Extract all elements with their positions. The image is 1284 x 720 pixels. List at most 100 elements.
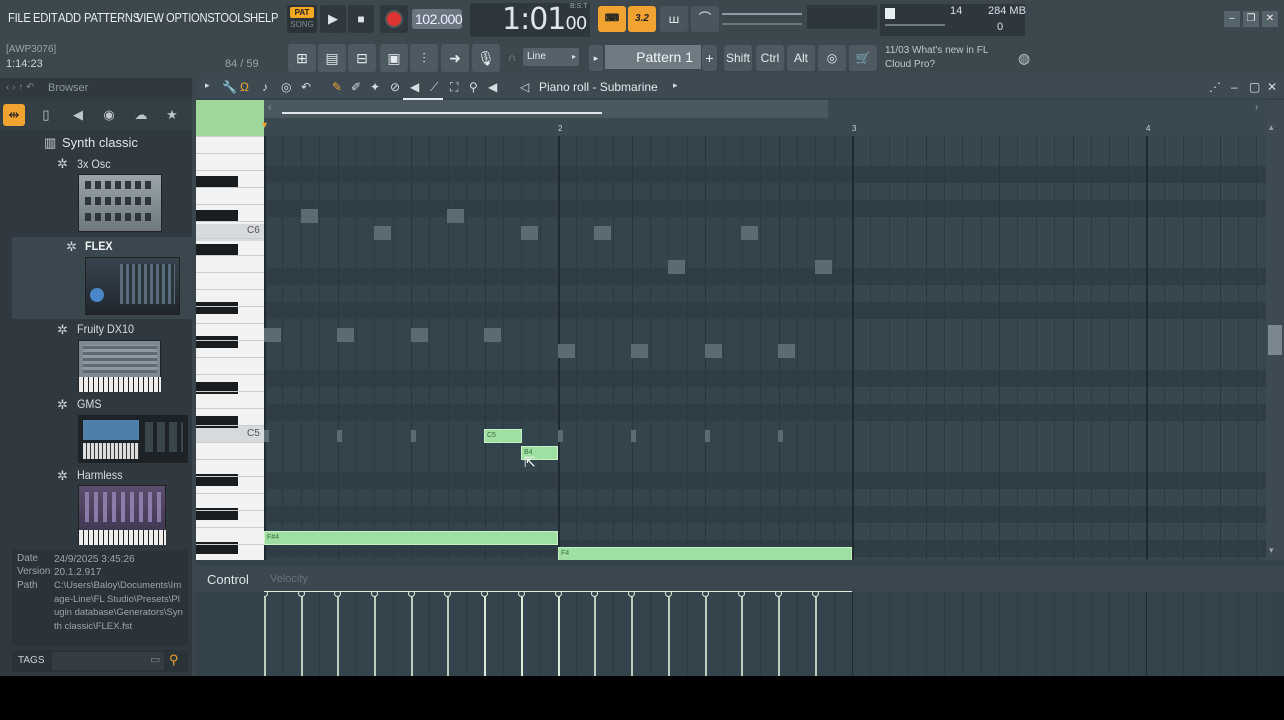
pr-maximize-icon[interactable]: ▢ [1249,80,1260,94]
piano-keyboard[interactable] [196,136,264,560]
plugin-flex[interactable]: FLEX [85,239,113,253]
velocity-handle[interactable] [408,592,415,597]
files-icon[interactable]: ▯ [35,104,57,126]
record-button[interactable] [380,5,408,33]
velocity-stem[interactable] [594,596,596,676]
note[interactable]: F4 [558,547,852,560]
velocity-handle[interactable] [371,592,378,597]
time-format-label[interactable]: B:S:T [570,3,588,10]
scroll-up-icon[interactable]: ▴ [1269,122,1274,133]
plugin-thumbnail-3x-osc[interactable] [78,174,162,232]
scroll-thumb[interactable] [282,112,602,114]
velocity-stem[interactable] [484,596,486,676]
black-key[interactable] [196,382,238,394]
master-volume-area[interactable] [722,5,877,35]
alt-key-button[interactable]: Alt [787,45,815,71]
pattern-prev-icon[interactable]: ▸ [589,45,603,71]
velocity-handle[interactable] [812,592,819,597]
pencil-icon[interactable]: ✎ [332,80,342,94]
restore-icon[interactable]: ❐ [1243,11,1259,27]
plugin-harmless[interactable]: Harmless [77,468,123,482]
minimize-icon[interactable]: – [1224,11,1240,27]
mixer-icon[interactable]: ⫶ [410,44,438,72]
velocity-lane[interactable] [264,592,1266,676]
pat-song-switch[interactable]: PAT SONG [287,5,317,33]
select-icon[interactable]: ⛶ [450,80,458,95]
velocity-stem[interactable] [815,596,817,676]
zoom-icon[interactable]: ⚲ [469,80,478,94]
velocity-handle[interactable] [738,592,745,597]
black-key[interactable] [196,302,238,314]
scroll-left-icon[interactable]: ‹ [268,102,271,113]
arrow-right-icon[interactable]: ➜ [441,44,469,72]
playback-icon[interactable]: ◀ [488,80,497,94]
scroll-down-icon[interactable]: ▾ [1269,545,1274,556]
cart-icon[interactable]: 🛒 [849,45,877,71]
black-key[interactable] [196,416,238,428]
control-label[interactable]: Control [207,572,249,587]
paint-icon[interactable]: ✦ [370,80,380,94]
velocity-stem[interactable] [264,596,266,676]
velocity-handle[interactable] [264,592,268,597]
menu-options[interactable]: OPTIONS [166,10,215,25]
velocity-handle[interactable] [555,592,562,597]
cloud-icon[interactable]: ☁ [130,104,152,126]
velocity-stem[interactable] [521,596,523,676]
note-icon[interactable]: ♪ [262,80,268,94]
pr-minimize-icon[interactable]: – [1231,80,1238,94]
channel-rack-icon[interactable]: ▤ [318,44,346,72]
menu-view[interactable]: VIEW [136,10,164,25]
metronome-icon[interactable]: ⌒ [691,6,719,32]
velocity-handle[interactable] [481,592,488,597]
folder-icon[interactable]: ▭ [150,653,160,666]
master-pitch-slider[interactable] [722,23,802,25]
typing-keyboard-icon[interactable]: ⌨ [598,6,626,32]
speaker-icon[interactable]: ◀ [67,104,89,126]
master-volume-slider[interactable] [722,13,802,15]
control-target[interactable]: Velocity [270,573,308,585]
playhead-marker-icon[interactable]: ▾ [262,120,267,131]
detach-icon[interactable]: ⋰ [1209,80,1221,94]
piano-roll-title[interactable]: Piano roll - Submarine [539,80,658,94]
slice-icon[interactable]: ⟋ [430,80,438,95]
note-grid[interactable]: C5 B4 F#4 F4 ⇱ [264,136,1266,560]
horizontal-scrollbar[interactable] [264,100,828,118]
velocity-handle[interactable] [298,592,305,597]
velocity-handle[interactable] [665,592,672,597]
step-edit-icon[interactable]: ꟺ [660,6,688,32]
magnet-icon[interactable]: Ω [240,80,249,94]
ctrl-key-button[interactable]: Ctrl [756,45,784,71]
scroll-right-icon[interactable]: › [1255,102,1258,113]
search-icon[interactable]: ⚲ [169,652,179,668]
velocity-handle[interactable] [444,592,451,597]
velocity-stem[interactable] [668,596,670,676]
close-icon[interactable]: ✕ [1262,11,1278,27]
velocity-stem[interactable] [374,596,376,676]
tags-input[interactable] [52,652,164,670]
velocity-stem[interactable] [631,596,633,676]
globe-icon[interactable]: ◍ [1018,50,1030,67]
velocity-stem[interactable] [337,596,339,676]
plugin-thumbnail-harmless[interactable] [78,485,166,545]
plugin-3x-osc[interactable]: 3x Osc [77,157,111,171]
menu-file[interactable]: FILE [8,10,31,25]
play-button[interactable]: ▶ [320,5,346,33]
velocity-handle[interactable] [775,592,782,597]
brush-icon[interactable]: ✐ [351,80,361,94]
vertical-scroll-thumb[interactable] [1268,325,1282,355]
velocity-stem[interactable] [778,596,780,676]
plugin-icon[interactable]: ◉ [98,104,120,126]
star-icon[interactable]: ★ [161,104,183,126]
countdown-icon[interactable]: 3.2 [628,6,656,32]
velocity-stem[interactable] [558,596,560,676]
velocity-handle[interactable] [628,592,635,597]
shift-key-button[interactable]: Shift [724,45,752,71]
menu-edit[interactable]: EDIT [33,10,58,25]
plugin-thumbnail-gms[interactable] [78,415,188,463]
options-arrow-icon[interactable]: ▸ [205,80,210,91]
velocity-stem[interactable] [705,596,707,676]
velocity-stem[interactable] [411,596,413,676]
velocity-handle[interactable] [518,592,525,597]
velocity-handle[interactable] [334,592,341,597]
add-pattern-icon[interactable]: + [702,45,717,71]
